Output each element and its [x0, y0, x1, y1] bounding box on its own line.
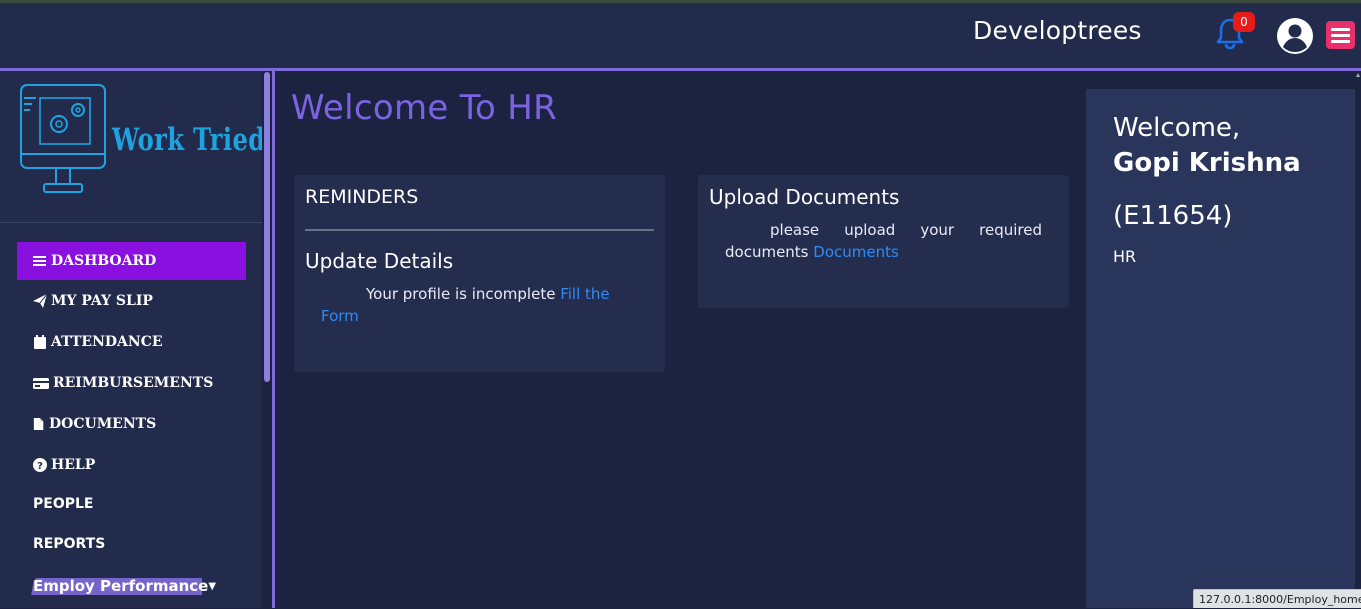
profile-employee-id: (E11654)	[1113, 201, 1233, 231]
menu-bar-icon	[1331, 40, 1350, 43]
brand-name[interactable]: Developtrees	[973, 16, 1142, 45]
reminders-title: REMINDERS	[305, 186, 419, 208]
profile-reminder-text: Your profile is incomplete Fill the Form	[321, 283, 651, 327]
page-scrollbar[interactable]	[1355, 71, 1361, 608]
browser-status-url: 127.0.0.1:8000/Employ_home#	[1193, 589, 1361, 608]
notification-count-badge: 0	[1233, 12, 1255, 32]
top-navbar	[0, 3, 1361, 68]
profile-name: Gopi Krishna	[1113, 148, 1301, 178]
menu-toggle-button[interactable]	[1326, 21, 1355, 49]
scroll-up-arrow-icon[interactable]	[1356, 73, 1360, 77]
logo-text: Work Tried	[112, 122, 266, 158]
profile-department: HR	[1113, 247, 1137, 266]
sidebar-item-dashboard[interactable]: DASHBOARD	[17, 242, 246, 280]
sidebar-item-reports[interactable]: REPORTS	[33, 536, 105, 552]
sidebar-item-help[interactable]: ? HELP	[33, 455, 95, 475]
credit-card-icon	[33, 378, 49, 389]
calendar-icon	[34, 335, 46, 349]
sidebar-divider	[0, 222, 262, 223]
caret-down-icon: ▼	[208, 581, 217, 592]
sidebar-item-label: DOCUMENTS	[49, 416, 157, 432]
menu-bar-icon	[1331, 34, 1350, 37]
sidebar-item-label: MY PAY SLIP	[51, 293, 153, 309]
reminders-divider	[305, 229, 654, 231]
sidebar-scrollbar-thumb[interactable]	[264, 72, 270, 382]
update-details-heading: Update Details	[305, 249, 454, 273]
sidebar-item-label: Employ Performance	[33, 577, 209, 595]
sidebar-item-people[interactable]: PEOPLE	[33, 496, 93, 512]
user-avatar-icon[interactable]	[1276, 17, 1314, 55]
svg-text:?: ?	[37, 461, 43, 472]
sidebar-item-reimbursements[interactable]: REIMBURSEMENTS	[33, 373, 213, 393]
sidebar-item-label: HELP	[51, 457, 96, 473]
paper-plane-icon	[33, 294, 47, 308]
documents-link[interactable]: Documents	[813, 243, 899, 261]
sidebar-item-employ-performance[interactable]: Employ Performance▼	[33, 577, 216, 595]
sidebar-item-label: DASHBOARD	[51, 253, 157, 269]
upload-documents-title: Upload Documents	[709, 185, 900, 209]
upload-documents-text: please upload your required documents Do…	[725, 219, 1042, 263]
file-icon	[33, 418, 44, 430]
profile-greeting: Welcome,	[1113, 113, 1241, 143]
sidebar-item-label: REIMBURSEMENTS	[53, 375, 214, 391]
sidebar-item-documents[interactable]: DOCUMENTS	[33, 414, 156, 434]
sidebar-item-label: ATTENDANCE	[51, 334, 163, 350]
sidebar-item-attendance[interactable]: ATTENDANCE	[33, 332, 163, 352]
question-circle-icon: ?	[33, 458, 47, 472]
bars-icon	[33, 256, 46, 266]
page-title: Welcome To HR	[291, 88, 558, 128]
profile-incomplete-text: Your profile is incomplete	[366, 285, 556, 303]
sidebar-item-my-pay-slip[interactable]: MY PAY SLIP	[33, 291, 153, 311]
menu-bar-icon	[1331, 28, 1350, 31]
